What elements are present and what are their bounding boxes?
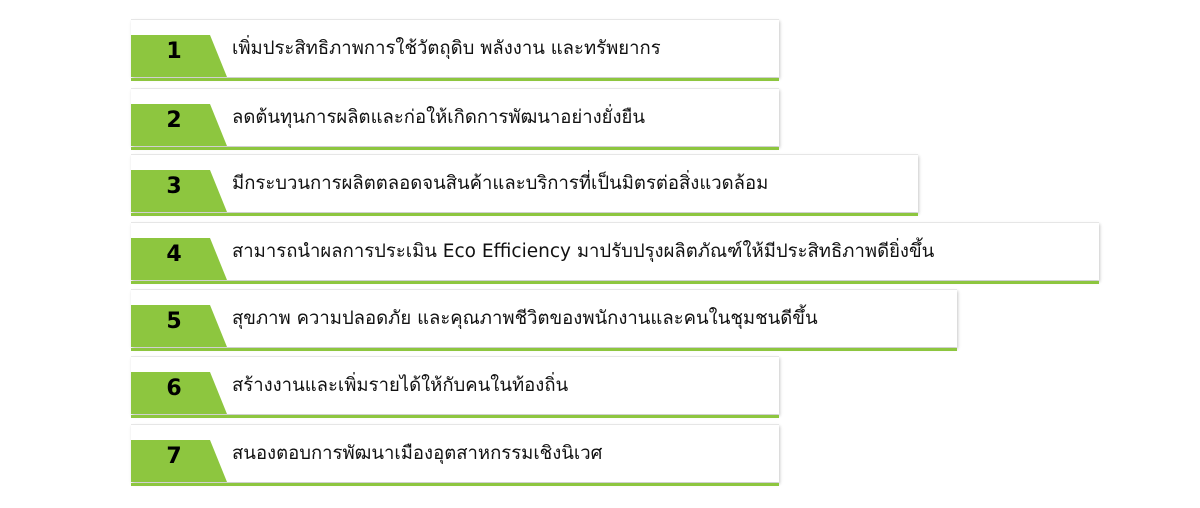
item-number: 5 bbox=[166, 309, 182, 334]
item-text: สุขภาพ ความปลอดภัย และคุณภาพชีวิตของพนัก… bbox=[232, 308, 818, 329]
item-number: 7 bbox=[166, 444, 182, 469]
accent-underline bbox=[131, 348, 957, 351]
item-text: สร้างงานและเพิ่มรายได้ให้กับคนในท้องถิ่น bbox=[232, 375, 569, 396]
accent-underline bbox=[131, 213, 918, 216]
list-item: 3 มีกระบวนการผลิตตลอดจนสินค้าและบริการที่… bbox=[131, 154, 918, 216]
list-item: 6 สร้างงานและเพิ่มรายได้ให้กับคนในท้องถิ่… bbox=[131, 356, 779, 418]
accent-underline bbox=[131, 78, 779, 81]
item-number: 1 bbox=[166, 39, 182, 64]
accent-underline bbox=[131, 483, 779, 486]
item-number: 2 bbox=[166, 108, 182, 133]
item-number: 4 bbox=[166, 242, 182, 267]
item-text: สนองตอบการพัฒนาเมืองอุตสาหกรรมเชิงนิเวศ bbox=[232, 443, 603, 464]
item-number: 3 bbox=[166, 174, 182, 199]
list-item: 7 สนองตอบการพัฒนาเมืองอุตสาหกรรมเชิงนิเวศ bbox=[131, 424, 779, 486]
item-text: มีกระบวนการผลิตตลอดจนสินค้าและบริการที่เ… bbox=[232, 173, 769, 194]
list-item: 4 สามารถนำผลการประเมิน Eco Efficiency มาป… bbox=[131, 222, 1099, 284]
accent-underline bbox=[131, 415, 779, 418]
item-text: สามารถนำผลการประเมิน Eco Efficiency มาปร… bbox=[232, 241, 935, 262]
item-text: เพิ่มประสิทธิภาพการใช้วัตถุดิบ พลังงาน แ… bbox=[232, 38, 661, 59]
item-number: 6 bbox=[166, 376, 182, 401]
list-item: 1 เพิ่มประสิทธิภาพการใช้วัตถุดิบ พลังงาน … bbox=[131, 19, 779, 81]
list-item: 2 ลดต้นทุนการผลิตและก่อให้เกิดการพัฒนาอย่… bbox=[131, 88, 779, 150]
list-item: 5 สุขภาพ ความปลอดภัย และคุณภาพชีวิตของพนั… bbox=[131, 289, 957, 351]
item-text: ลดต้นทุนการผลิตและก่อให้เกิดการพัฒนาอย่า… bbox=[232, 107, 646, 128]
accent-underline bbox=[131, 281, 1099, 284]
accent-underline bbox=[131, 147, 779, 150]
